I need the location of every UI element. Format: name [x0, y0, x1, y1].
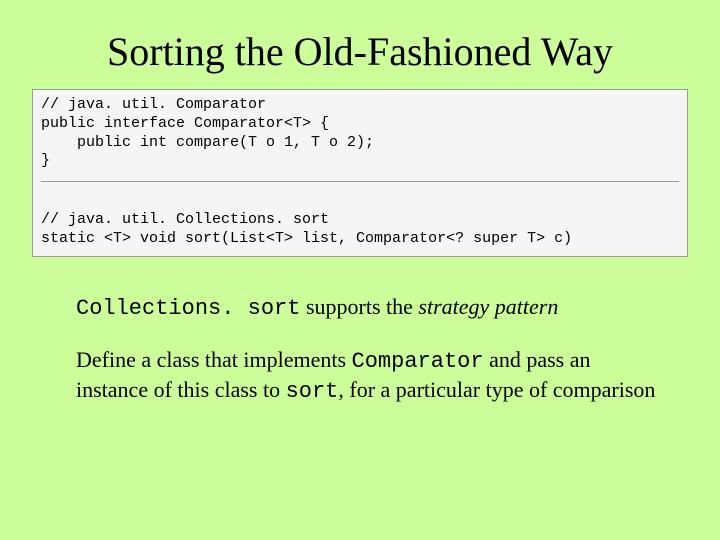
body-text: Collections. sort supports the strategy … — [76, 293, 656, 407]
inline-code: Comparator — [352, 349, 484, 374]
code-line: public interface Comparator<T> { — [41, 115, 329, 132]
slide-title: Sorting the Old-Fashioned Way — [32, 28, 688, 75]
code-divider — [41, 181, 679, 182]
paragraph-1: Collections. sort supports the strategy … — [76, 293, 656, 324]
paragraph-2: Define a class that implements Comparato… — [76, 346, 656, 407]
emphasis: strategy pattern — [418, 294, 558, 319]
code-line: // java. util. Collections. sort — [41, 211, 329, 228]
code-block: // java. util. Comparator public interfa… — [32, 89, 688, 257]
inline-code: sort — [286, 379, 339, 404]
code-line: } — [41, 152, 50, 169]
code-line: static <T> void sort(List<T> list, Compa… — [41, 230, 572, 247]
code-line: // java. util. Comparator — [41, 96, 266, 113]
text: supports the — [300, 294, 418, 319]
text: , for a particular type of comparison — [338, 377, 655, 402]
inline-code: Collections. sort — [76, 296, 300, 321]
code-line: public int compare(T o 1, T o 2); — [41, 134, 374, 151]
text: Define a class that implements — [76, 347, 352, 372]
